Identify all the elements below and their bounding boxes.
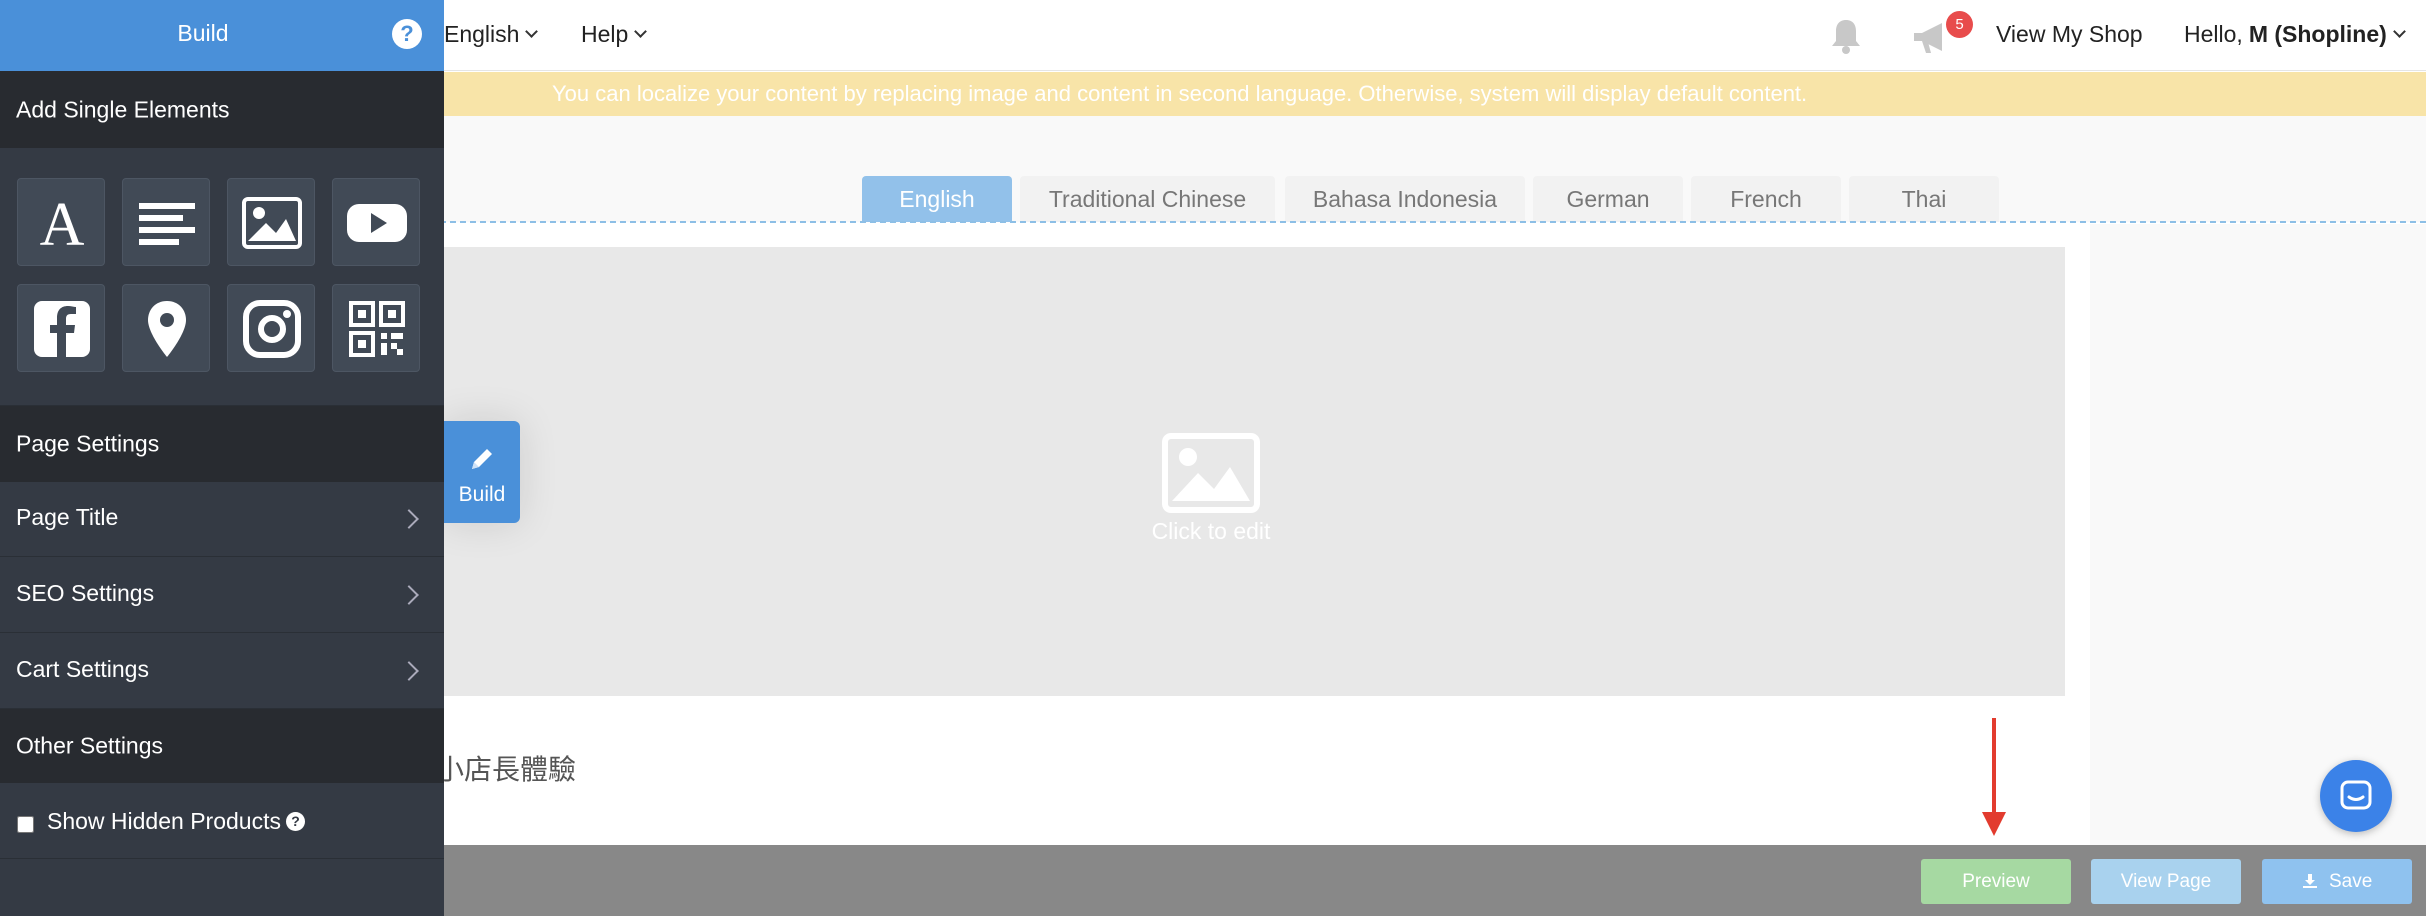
paragraph-icon <box>139 203 195 245</box>
annotation-arrow-head <box>1982 812 2006 836</box>
text-icon: A <box>40 191 85 255</box>
builder-sidebar: Build ? Add Single Elements A Page Setti… <box>0 0 444 916</box>
localization-notice-text: You can localize your content by replaci… <box>552 81 1808 106</box>
question-mark-icon[interactable]: ? <box>286 812 305 831</box>
image-icon <box>242 197 302 249</box>
chat-icon <box>2340 780 2372 810</box>
youtube-element-button[interactable] <box>332 178 420 266</box>
click-to-edit-label: Click to edit <box>1151 518 1271 544</box>
qr-code-icon <box>349 301 405 357</box>
other-settings-label: Other Settings <box>16 732 164 759</box>
user-menu[interactable]: Hello, M (Shopline) <box>2184 18 2406 50</box>
chevron-down-icon <box>634 24 648 38</box>
build-toggle-label: Build <box>458 483 506 506</box>
hello-text: Hello, <box>2184 21 2243 47</box>
sidebar-title: Build <box>177 20 229 46</box>
language-dropdown-label: English <box>444 21 520 47</box>
paragraph-element-button[interactable] <box>122 178 210 266</box>
sidebar-item-label: SEO Settings <box>16 580 155 606</box>
sidebar-item-label: Cart Settings <box>16 656 149 682</box>
chevron-right-icon <box>399 509 419 529</box>
show-hidden-products-row: Show Hidden Products ? <box>0 783 444 859</box>
add-elements-label: Add Single Elements <box>16 96 230 122</box>
page-settings-label: Page Settings <box>16 430 160 457</box>
map-pin-icon <box>148 301 186 357</box>
facebook-icon <box>34 301 90 357</box>
chevron-down-icon <box>2392 24 2406 38</box>
view-my-shop-label: View My Shop <box>1996 21 2143 47</box>
image-icon <box>1162 433 1260 513</box>
help-icon[interactable]: ? <box>392 19 422 49</box>
view-my-shop-link[interactable]: View My Shop <box>1996 18 2143 50</box>
language-dropdown[interactable]: English <box>444 18 539 50</box>
tab-english[interactable]: English <box>862 176 1012 222</box>
sidebar-item-label: Page Title <box>16 504 119 530</box>
annotation-arrow <box>1992 718 1996 816</box>
pencil-icon <box>472 449 492 469</box>
help-dropdown[interactable]: Help <box>581 18 648 50</box>
qr-code-element-button[interactable] <box>332 284 420 372</box>
download-icon <box>2302 874 2317 888</box>
notification-badge: 5 <box>1946 11 1973 38</box>
canvas-right-gutter <box>2090 224 2426 846</box>
svg-text:A: A <box>40 191 85 255</box>
instagram-icon <box>243 300 301 358</box>
show-hidden-products-checkbox[interactable] <box>17 816 34 833</box>
text-block[interactable]: 小店長體驗 <box>436 748 576 788</box>
user-name: M (Shopline) <box>2248 21 2387 47</box>
sidebar-item-cart-settings[interactable]: Cart Settings <box>0 634 444 709</box>
bell-icon[interactable] <box>1826 17 1866 55</box>
chat-launcher-button[interactable] <box>2320 760 2392 832</box>
show-hidden-products-label: Show Hidden Products <box>47 808 281 834</box>
tab-thai[interactable]: Thai <box>1849 176 1999 222</box>
facebook-element-button[interactable] <box>17 284 105 372</box>
preview-button-label: Preview <box>1962 871 2030 892</box>
sidebar-item-seo-settings[interactable]: SEO Settings <box>0 558 444 633</box>
preview-button[interactable]: Preview <box>1921 859 2071 904</box>
help-dropdown-label: Help <box>581 21 629 47</box>
text-element-button[interactable]: A <box>17 178 105 266</box>
image-element-button[interactable] <box>227 178 315 266</box>
save-button-label: Save <box>2328 871 2373 892</box>
tab-french[interactable]: French <box>1691 176 1841 222</box>
instagram-element-button[interactable] <box>227 284 315 372</box>
chevron-right-icon <box>399 585 419 605</box>
tab-traditional-chinese[interactable]: Traditional Chinese <box>1020 176 1275 222</box>
view-page-button-label: View Page <box>2120 871 2212 892</box>
sidebar-item-page-title[interactable]: Page Title <box>0 482 444 557</box>
other-settings-heading: Other Settings <box>0 709 444 783</box>
map-element-button[interactable] <box>122 284 210 372</box>
add-elements-heading: Add Single Elements <box>0 71 444 148</box>
chevron-down-icon <box>525 24 539 38</box>
build-toggle-tab[interactable]: Build <box>444 421 520 523</box>
save-button[interactable]: Save <box>2262 859 2412 904</box>
chevron-right-icon <box>399 661 419 681</box>
tab-bahasa-indonesia[interactable]: Bahasa Indonesia <box>1285 176 1525 222</box>
tab-german[interactable]: German <box>1533 176 1683 222</box>
megaphone-icon[interactable] <box>1910 20 1950 56</box>
sidebar-header: Build ? <box>0 0 444 71</box>
page-settings-heading: Page Settings <box>0 406 444 482</box>
view-page-button[interactable]: View Page <box>2091 859 2241 904</box>
element-tool-grid: A <box>0 148 444 406</box>
youtube-icon <box>347 204 407 242</box>
